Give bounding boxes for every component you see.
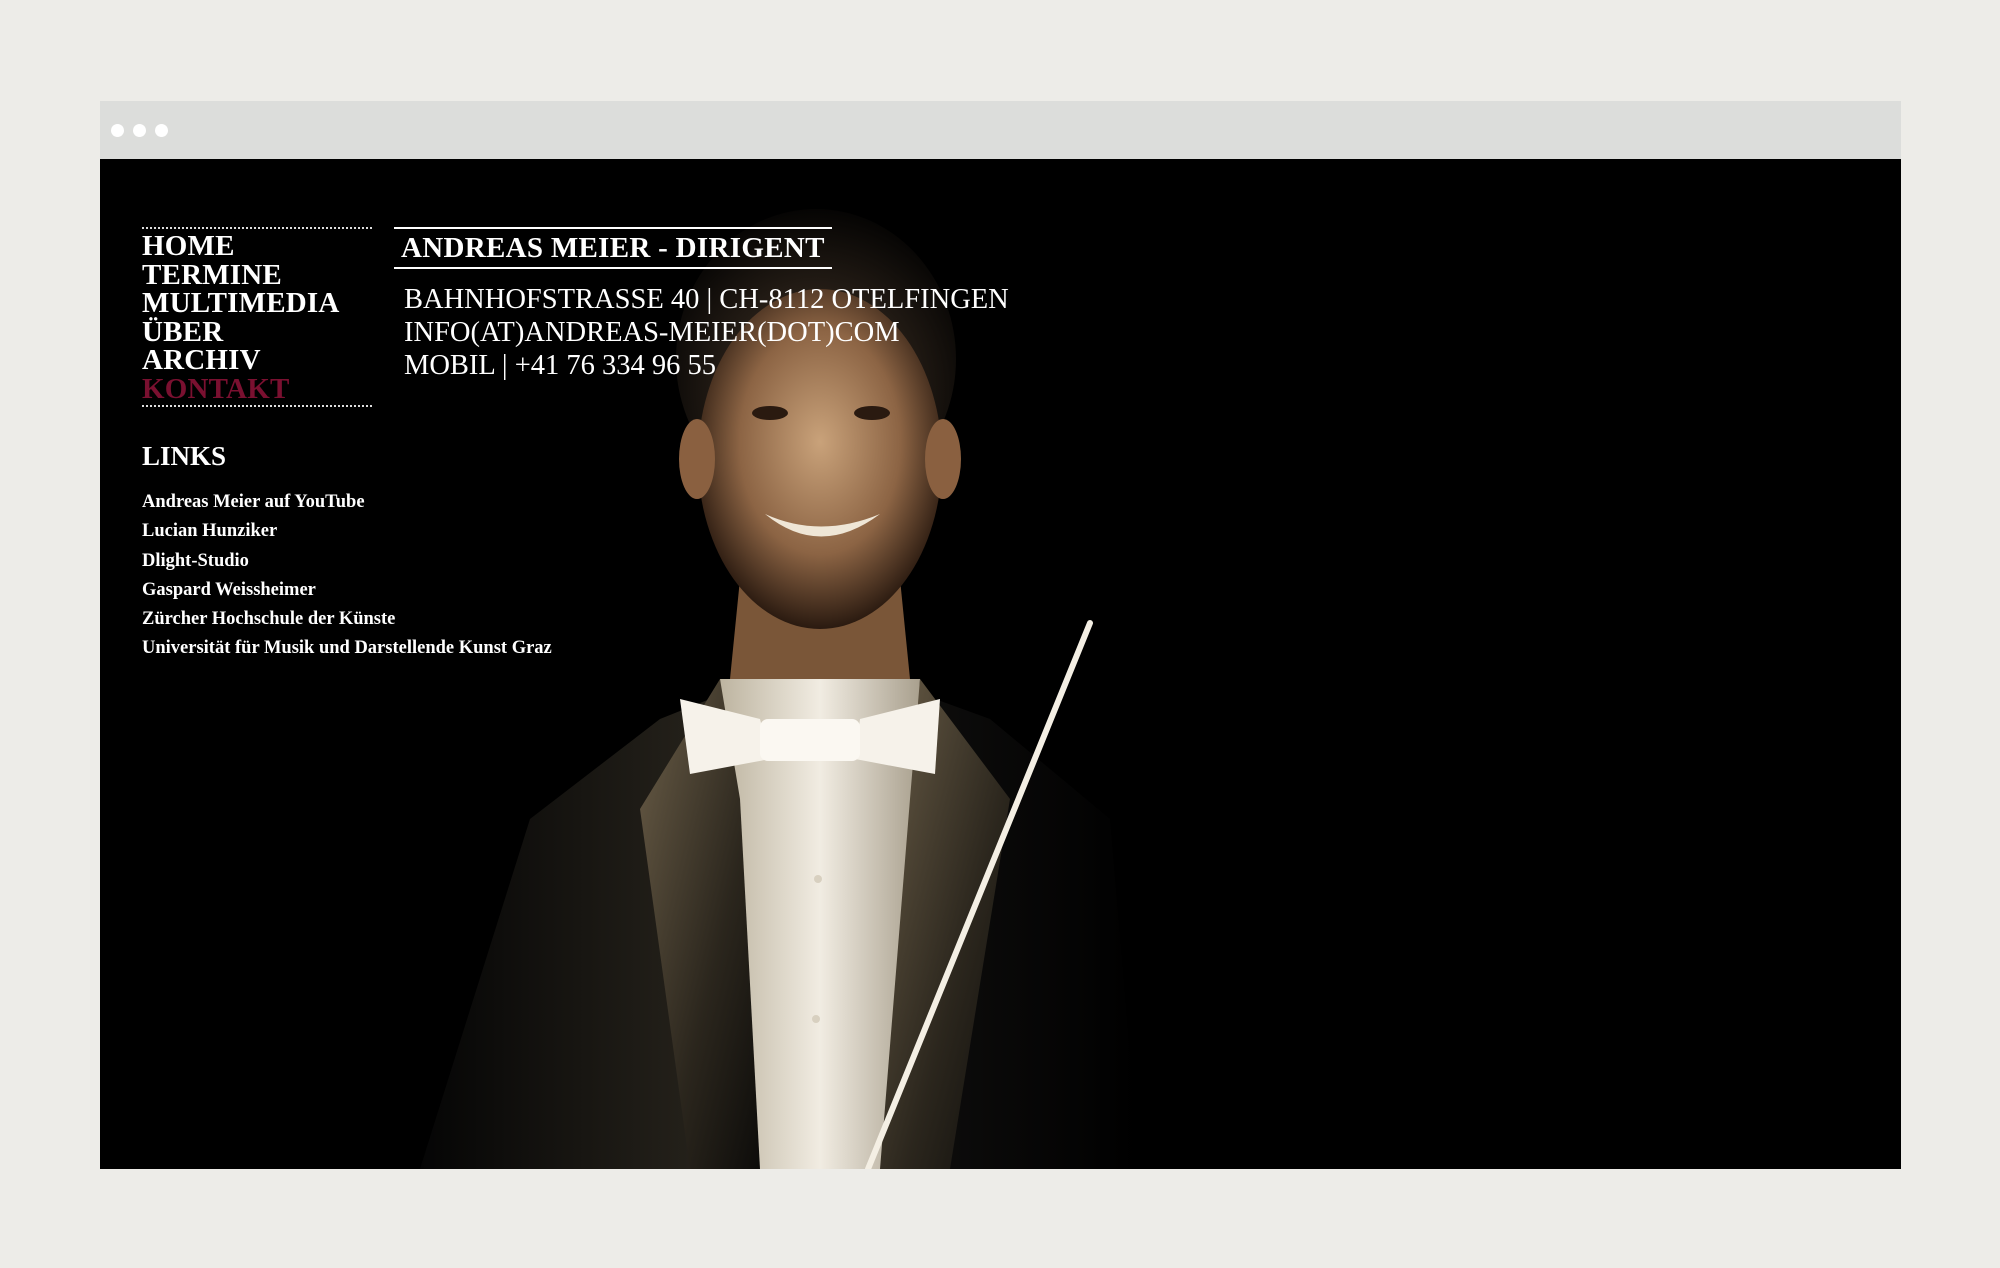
link-youtube[interactable]: Andreas Meier auf YouTube bbox=[142, 488, 552, 517]
nav-item-ueber[interactable]: ÜBER bbox=[142, 317, 372, 347]
contact-phone[interactable]: MOBIL | +41 76 334 96 55 bbox=[404, 349, 1009, 382]
page-title: ANDREAS MEIER - DIRIGENT bbox=[394, 227, 832, 269]
page-viewport: HOME TERMINE MULTIMEDIA ÜBER ARCHIV KONT… bbox=[100, 159, 1901, 1169]
main-nav: HOME TERMINE MULTIMEDIA ÜBER ARCHIV KONT… bbox=[142, 227, 372, 407]
link-gaspard-weissheimer[interactable]: Gaspard Weissheimer bbox=[142, 576, 552, 605]
browser-window: HOME TERMINE MULTIMEDIA ÜBER ARCHIV KONT… bbox=[100, 101, 1901, 1169]
links-list: Andreas Meier auf YouTube Lucian Hunzike… bbox=[142, 488, 552, 664]
link-lucian-hunziker[interactable]: Lucian Hunziker bbox=[142, 517, 552, 546]
link-kug-graz[interactable]: Universität für Musik und Darstellende K… bbox=[142, 634, 552, 663]
maximize-dot-icon[interactable] bbox=[155, 124, 168, 137]
nav-item-home[interactable]: HOME bbox=[142, 232, 372, 261]
link-dlight-studio[interactable]: Dlight-Studio bbox=[142, 547, 552, 576]
nav-item-termine[interactable]: TERMINE bbox=[142, 260, 372, 290]
link-zhdk[interactable]: Zürcher Hochschule der Künste bbox=[142, 605, 552, 634]
close-dot-icon[interactable] bbox=[111, 124, 124, 137]
contact-email[interactable]: INFO(AT)ANDREAS-MEIER(DOT)COM bbox=[404, 316, 1009, 349]
nav-item-archiv[interactable]: ARCHIV bbox=[142, 346, 372, 375]
contact-block: BAHNHOFSTRASSE 40 | CH-8112 OTELFINGEN I… bbox=[404, 283, 1009, 382]
nav-item-multimedia[interactable]: MULTIMEDIA bbox=[142, 289, 372, 318]
contact-address: BAHNHOFSTRASSE 40 | CH-8112 OTELFINGEN bbox=[404, 284, 1009, 315]
links-heading: LINKS bbox=[142, 441, 227, 471]
window-titlebar bbox=[100, 101, 1901, 159]
nav-item-kontakt[interactable]: KONTAKT bbox=[142, 374, 372, 404]
minimize-dot-icon[interactable] bbox=[133, 124, 146, 137]
